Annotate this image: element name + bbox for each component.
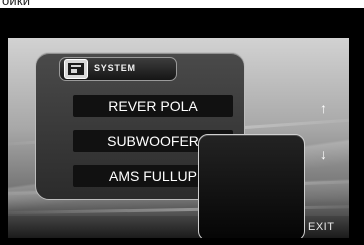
menu-header: SYSTEM bbox=[59, 57, 177, 81]
top-caption: ойки bbox=[2, 0, 31, 8]
exit-button[interactable]: EXIT bbox=[308, 221, 334, 233]
system-screen: SYSTEM REVER POLA SUBWOOFER AMS FULLUP ↑… bbox=[8, 38, 349, 238]
arrow-up-icon[interactable]: ↑ bbox=[320, 100, 327, 116]
menu-title: SYSTEM bbox=[94, 63, 136, 73]
screen-frame: SYSTEM REVER POLA SUBWOOFER AMS FULLUP ↑… bbox=[0, 8, 364, 245]
info-card bbox=[198, 134, 305, 238]
arrow-down-icon[interactable]: ↓ bbox=[320, 146, 327, 162]
menu-item-rever-pola[interactable]: REVER POLA bbox=[73, 95, 233, 117]
system-settings-icon bbox=[64, 59, 88, 79]
